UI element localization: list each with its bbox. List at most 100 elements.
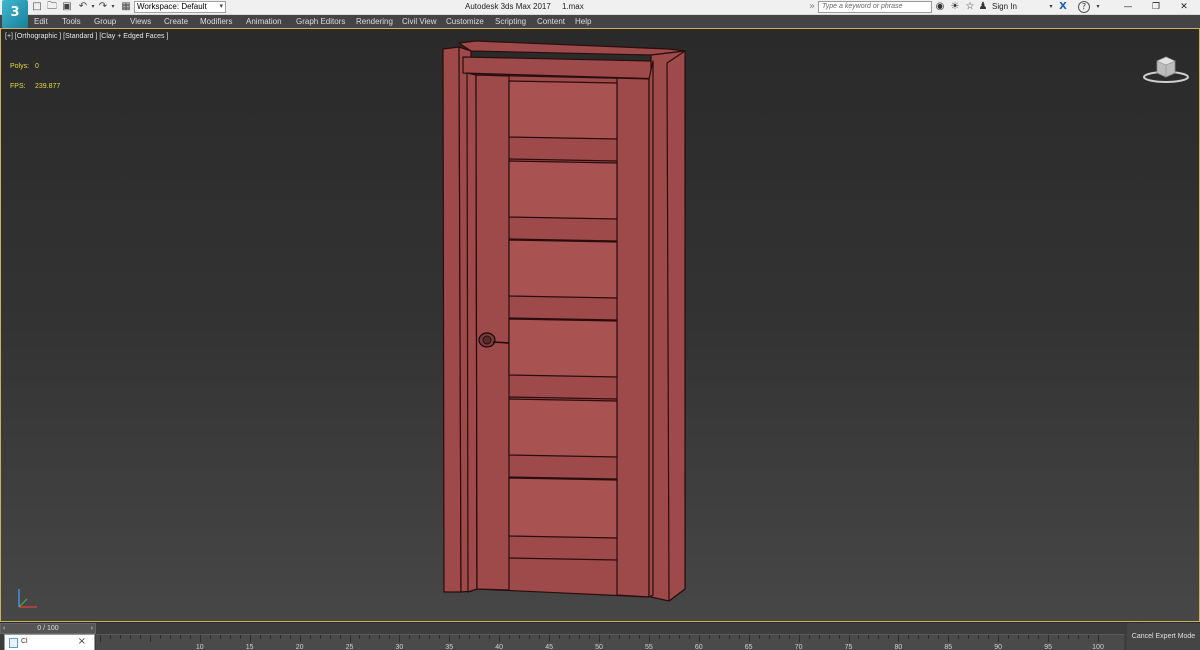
sign-in-dropdown-icon[interactable]: ▾ (1045, 1, 1057, 13)
track-bar[interactable]: 10 15 20 25 30 35 40 45 50 55 60 65 70 75 80 85 90 95 100 (96, 634, 1124, 650)
ruler-tick (948, 635, 950, 642)
ruler-tick-label: 60 (694, 644, 703, 650)
ruler-tick (728, 635, 730, 639)
menu-scripting[interactable]: Scripting (495, 15, 526, 28)
chevron-right-icon[interactable]: » (806, 1, 818, 13)
ruler-tick-label: 65 (744, 644, 753, 650)
ruler-tick (838, 635, 840, 639)
script-icon (9, 638, 18, 648)
ruler-tick (239, 635, 241, 639)
menu-modifiers[interactable]: Modifiers (200, 15, 232, 28)
ruler-tick (1008, 635, 1010, 639)
minimize-button[interactable]: — (1116, 0, 1140, 15)
ruler-tick-label: 45 (545, 644, 553, 650)
favorites-star-icon[interactable]: ☆ (964, 1, 976, 13)
ruler-tick (928, 635, 930, 639)
perspective-viewport[interactable]: [+] [Orthographic ] [Standard ] [Clay + … (0, 28, 1200, 622)
menu-help[interactable]: Help (575, 15, 591, 28)
ruler-tick (100, 635, 101, 642)
ruler-tick (519, 635, 521, 639)
ruler-tick (559, 635, 561, 639)
ruler-tick (908, 635, 910, 639)
menu-animation[interactable]: Animation (246, 15, 282, 28)
ruler-tick (898, 635, 900, 642)
listener-text: Cl (21, 638, 28, 645)
ruler-tick (618, 635, 620, 639)
ruler-tick (1098, 635, 1099, 642)
save-icon[interactable]: ▣ (60, 1, 74, 13)
redo-dropdown-icon[interactable]: ▾ (106, 1, 120, 13)
project-folder-icon[interactable]: ▦ (119, 1, 133, 13)
title-bar: 3 □ 🗀 ▣ ↶ ▾ ↷ ▾ ▦ Workspace: Default ▾ A… (0, 0, 1200, 28)
close-icon[interactable]: × (78, 636, 86, 647)
ruler-tick (768, 635, 770, 639)
ruler-tick (988, 635, 990, 639)
binoculars-icon[interactable]: ◉ (934, 1, 946, 13)
restore-button[interactable]: ❐ (1144, 0, 1168, 15)
ruler-tick-label: 55 (644, 644, 653, 650)
viewcube-icon[interactable] (1141, 53, 1191, 85)
ruler-tick (139, 635, 141, 639)
help-dropdown-icon[interactable]: ▾ (1092, 1, 1104, 13)
ruler-tick (848, 635, 850, 642)
workspace-label: Workspace: Default (137, 2, 207, 11)
door-model[interactable] (1, 29, 1199, 621)
timeline-bar: ‹ 0 / 100 › 10 15 20 25 30 35 40 45 50 55 60 65 70 75… (0, 622, 1200, 650)
menu-views[interactable]: Views (130, 15, 151, 28)
ruler-tick (708, 635, 710, 639)
ruler-tick-label: 100 (1092, 644, 1104, 650)
ruler-tick (878, 635, 880, 639)
autodesk-exchange-icon[interactable]: X (1057, 1, 1069, 13)
search-input[interactable]: Type a keyword or phrase (818, 1, 932, 13)
ruler-tick (608, 635, 610, 639)
user-icon[interactable]: ♟ (978, 1, 988, 13)
ruler-tick (808, 635, 810, 639)
menu-graph-editors[interactable]: Graph Editors (296, 15, 345, 28)
menu-tools[interactable]: Tools (62, 15, 81, 28)
ruler-tick (279, 635, 281, 639)
cancel-expert-mode-button[interactable]: Cancel Expert Mode (1127, 623, 1200, 650)
ruler-tick (509, 635, 511, 639)
slider-next-icon[interactable]: › (91, 624, 93, 633)
communication-center-icon[interactable]: ☀ (949, 1, 961, 13)
sign-in-button[interactable]: Sign In (992, 1, 1017, 13)
ruler-tick (289, 635, 291, 639)
ruler-tick-label: 90 (994, 644, 1003, 650)
ruler-tick (269, 635, 271, 639)
ruler-tick (579, 635, 581, 639)
menu-edit[interactable]: Edit (34, 15, 48, 28)
ruler-tick (1068, 635, 1070, 639)
open-folder-icon[interactable]: 🗀 (45, 1, 59, 13)
ruler-tick (1078, 635, 1080, 639)
menu-rendering[interactable]: Rendering (356, 15, 393, 28)
menu-civil-view[interactable]: Civil View (402, 15, 437, 28)
app-logo-button[interactable]: 3 (2, 0, 28, 28)
ruler-tick (828, 635, 830, 639)
help-icon[interactable]: ? (1078, 1, 1090, 13)
ruler-tick (309, 635, 311, 639)
ruler-tick (369, 635, 371, 639)
ruler-tick (648, 635, 650, 642)
menu-content[interactable]: Content (537, 15, 565, 28)
time-slider[interactable]: ‹ 0 / 100 › (0, 623, 96, 634)
menu-group[interactable]: Group (94, 15, 116, 28)
maxscript-mini-listener[interactable]: Cl × (4, 634, 95, 650)
menu-create[interactable]: Create (164, 15, 188, 28)
menu-customize[interactable]: Customize (446, 15, 484, 28)
door-panel (508, 239, 618, 299)
3ds-max-window: 3 □ 🗀 ▣ ↶ ▾ ↷ ▾ ▦ Workspace: Default ▾ A… (0, 0, 1200, 650)
ruler-tick (149, 635, 151, 642)
ruler-tick (209, 635, 211, 639)
ruler-tick-label: 25 (345, 644, 354, 650)
ruler-tick (329, 635, 331, 639)
new-file-icon[interactable]: □ (30, 1, 44, 13)
door-jamb-right (648, 60, 654, 598)
ruler-tick-label: 75 (844, 644, 853, 650)
ruler-tick (1018, 635, 1020, 639)
workspace-dropdown[interactable]: Workspace: Default ▾ (134, 1, 226, 13)
ruler-tick (349, 635, 351, 642)
close-button[interactable]: ✕ (1172, 0, 1196, 15)
door-casing-right-side (666, 50, 686, 602)
slider-prev-icon[interactable]: ‹ (3, 624, 5, 633)
ruler-tick (628, 635, 630, 639)
